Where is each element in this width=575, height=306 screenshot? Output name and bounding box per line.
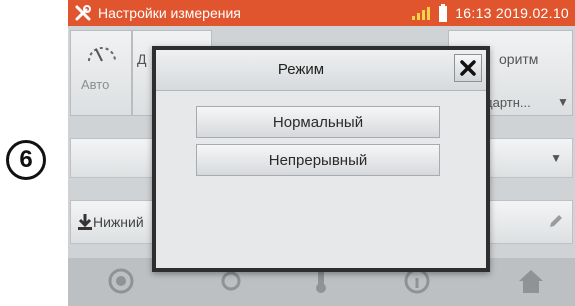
- chevron-down-icon: ▼: [550, 151, 562, 165]
- tab-algorithm-value: дартн...: [485, 95, 531, 110]
- mode-option-continuous[interactable]: Непрерывный: [196, 144, 440, 176]
- mode-dialog: Режим Нормальный Непрерывный: [152, 46, 490, 272]
- battery-icon: [439, 4, 448, 22]
- close-icon: [460, 60, 476, 76]
- step-number-badge: 6: [6, 140, 46, 180]
- mode-option-normal[interactable]: Нормальный: [196, 106, 440, 138]
- download-arrow-icon: [78, 214, 92, 230]
- tab-auto-label: Авто: [81, 77, 110, 92]
- dialog-title: Режим: [277, 61, 325, 78]
- dialog-header: Режим: [156, 50, 486, 91]
- tab-d-label: Д: [137, 51, 147, 67]
- pencil-icon[interactable]: [548, 213, 564, 229]
- row3-label: Нижний: [93, 214, 144, 230]
- tools-icon: [75, 5, 91, 21]
- clock: 16:13 2019.02.10: [455, 5, 569, 21]
- device-screen: Настройки измерения 16:13 2019.02.10 Авт…: [68, 0, 575, 306]
- tab-auto[interactable]: Авто: [70, 30, 132, 116]
- gauge-icon: [88, 47, 116, 62]
- tab-algorithm-label: оритм: [499, 51, 539, 67]
- status-bar: Настройки измерения 16:13 2019.02.10: [68, 0, 575, 26]
- chevron-down-icon: ▼: [557, 95, 569, 109]
- close-button[interactable]: [454, 54, 482, 82]
- status-bar-title: Настройки измерения: [98, 5, 241, 21]
- memory-icon[interactable]: [106, 266, 136, 296]
- signal-strength-icon: [412, 7, 431, 20]
- home-icon[interactable]: [516, 266, 546, 296]
